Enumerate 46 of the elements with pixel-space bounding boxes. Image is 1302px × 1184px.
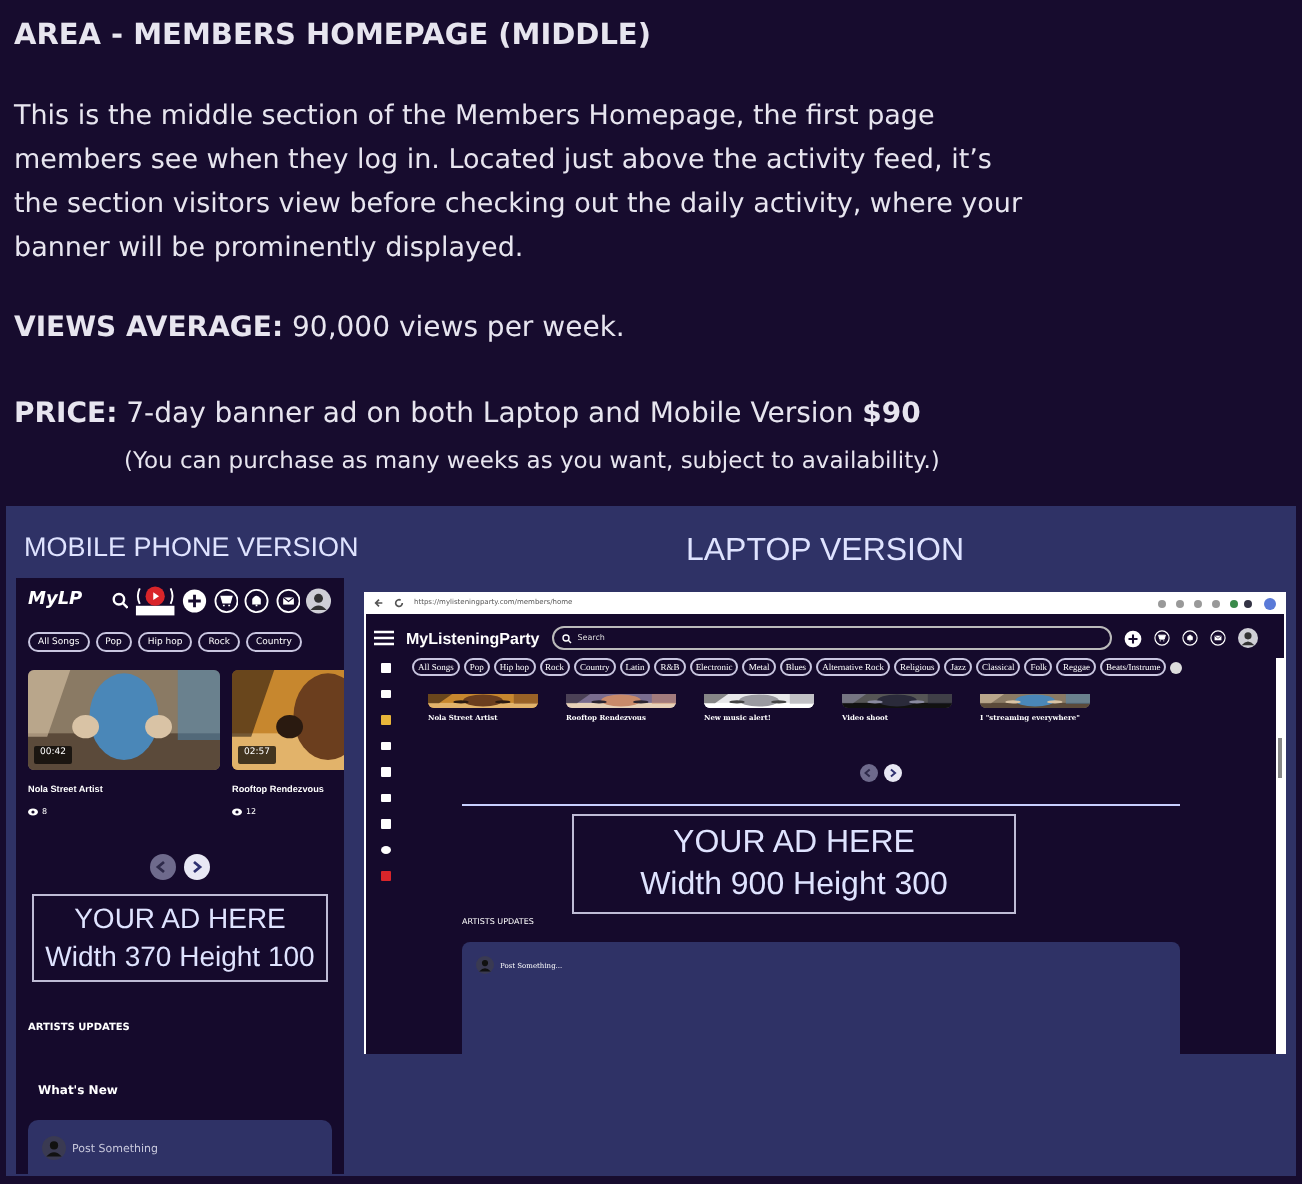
bell-icon[interactable] <box>244 587 270 614</box>
mail-icon[interactable] <box>275 587 301 614</box>
browser-icons <box>1156 597 1276 609</box>
sidebar-icon[interactable] <box>380 844 392 856</box>
sidebar-icon[interactable] <box>380 766 392 778</box>
bell-icon[interactable] <box>1182 630 1198 646</box>
next-button[interactable] <box>184 854 210 881</box>
panel-label: MOBILE PHONE VERSION <box>24 530 359 566</box>
sidebar-icon[interactable] <box>380 688 392 700</box>
eye-icon <box>28 808 38 817</box>
sidebar-icon[interactable] <box>380 818 392 830</box>
ad-text: Width 900 Height 300 <box>640 866 948 907</box>
sidebar-icon[interactable] <box>380 740 392 752</box>
sidebar-icon[interactable] <box>380 792 392 804</box>
mail-icon[interactable] <box>1210 630 1226 646</box>
description: This is the middle section of the Members Homepage, the first page members see when they log in. Located just above the activity feed, it’s the section visitors view before checking out the daily activity, where your banner will be prominently displayed. <box>14 97 1025 268</box>
avatar-icon[interactable] <box>1238 628 1258 648</box>
add-button[interactable] <box>182 587 208 614</box>
next-button[interactable] <box>884 764 902 783</box>
views-average: VIEWS AVERAGE: 90,000 views per week. <box>14 309 625 348</box>
avatar-icon[interactable] <box>306 587 332 614</box>
price-note: (You can purchase as many weeks as you want, subject to availability.) <box>124 443 940 478</box>
ad-text: Width 370 Height 100 <box>45 938 315 977</box>
section-heading: AREA - MEMBERS HOMEPAGE (MIDDLE) <box>14 18 651 56</box>
cart-icon[interactable] <box>1154 630 1170 646</box>
cart-icon[interactable] <box>213 587 239 614</box>
sidebar-icon[interactable] <box>380 662 392 674</box>
ad-text: YOUR AD HERE <box>74 900 286 939</box>
sidebar-icon[interactable] <box>380 714 392 726</box>
next-button[interactable] <box>1170 661 1183 673</box>
scrollbar[interactable] <box>1276 658 1284 1054</box>
ad-text: YOUR AD HERE <box>673 824 915 865</box>
back-icon[interactable] <box>374 598 384 608</box>
avatar-icon <box>476 956 494 975</box>
panel-label: LAPTOP VERSION <box>685 532 964 572</box>
search-icon[interactable] <box>561 633 572 643</box>
refresh-icon[interactable] <box>394 598 404 608</box>
logo: MyLP <box>28 587 85 613</box>
avatar-icon <box>42 1135 66 1160</box>
logo: MyListeningParty <box>406 627 540 649</box>
price: PRICE: 7-day banner ad on both Laptop and Mobile Version $90 <box>14 395 921 434</box>
live-broadcast-icon[interactable] <box>134 584 177 617</box>
eye-icon <box>232 808 242 817</box>
add-button[interactable] <box>1124 629 1142 647</box>
search-icon[interactable] <box>111 591 129 610</box>
menu-icon[interactable] <box>374 630 394 646</box>
